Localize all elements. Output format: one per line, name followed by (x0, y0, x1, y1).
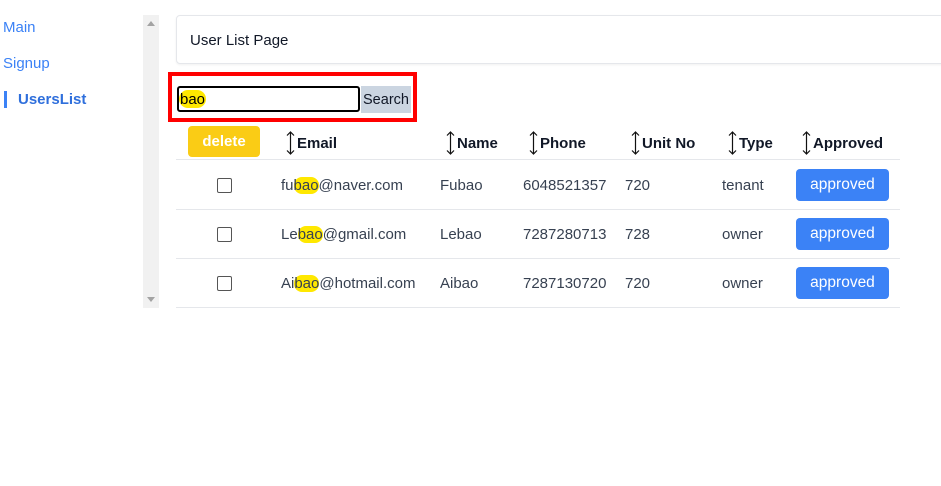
email-cell: Aibao@hotmail.com (281, 275, 415, 292)
phone-cell: 7287280713 (523, 226, 607, 243)
scroll-down-icon[interactable] (147, 297, 155, 302)
column-header-label: Name (457, 134, 498, 152)
phone-cell: 6048521357 (523, 177, 607, 194)
column-header-unit-no[interactable]: Unit No (631, 130, 695, 156)
column-header-label: Approved (813, 134, 884, 152)
table-divider (176, 258, 900, 259)
phone-cell: 7287130720 (523, 275, 607, 292)
email-text: fu (281, 177, 294, 194)
row-checkbox[interactable] (217, 276, 232, 291)
sort-icon (631, 131, 640, 155)
email-match-highlight: bao (294, 275, 320, 292)
annotation-box (168, 72, 417, 122)
column-header-approved[interactable]: Approved (802, 130, 883, 156)
approved-button[interactable]: approved (796, 218, 889, 250)
vertical-scrollbar[interactable] (143, 15, 159, 308)
column-header-type[interactable]: Type (728, 130, 773, 156)
email-text: Ai (281, 275, 295, 292)
unit-cell: 728 (625, 226, 651, 243)
email-cell: Lebao@gmail.com (281, 226, 406, 243)
sort-icon (446, 131, 455, 155)
scroll-up-icon[interactable] (147, 21, 155, 26)
email-text: @naver.com (318, 177, 403, 194)
approved-button[interactable]: approved (796, 267, 889, 299)
column-header-email[interactable]: Email (286, 130, 337, 156)
nav-item-main[interactable]: Main (3, 19, 36, 36)
type-cell: tenant (722, 177, 764, 194)
column-header-label: Phone (540, 134, 586, 152)
email-match-highlight: bao (297, 226, 323, 243)
page-header-card: User List Page (176, 15, 941, 64)
approved-button[interactable]: approved (796, 169, 889, 201)
unit-cell: 720 (625, 275, 651, 292)
nav-item-signup[interactable]: Signup (3, 55, 50, 72)
email-text: @hotmail.com (319, 275, 416, 292)
sort-icon (529, 131, 538, 155)
table-divider (176, 307, 900, 308)
email-text: @gmail.com (322, 226, 407, 243)
name-cell: Lebao (440, 226, 482, 243)
name-cell: Aibao (440, 275, 479, 292)
delete-button[interactable]: delete (188, 126, 260, 157)
column-header-label: Email (297, 134, 338, 152)
email-match-highlight: bao (293, 177, 319, 194)
column-header-label: Type (739, 134, 773, 152)
email-cell: fubao@naver.com (281, 177, 403, 194)
email-text: Le (281, 226, 298, 243)
sort-icon (728, 131, 737, 155)
name-cell: Fubao (440, 177, 483, 194)
table-divider (176, 209, 900, 210)
column-header-label: Unit No (642, 134, 696, 152)
table-divider (176, 159, 900, 160)
row-checkbox[interactable] (217, 178, 232, 193)
sort-icon (286, 131, 295, 155)
page-title: User List Page (190, 32, 289, 49)
column-header-name[interactable]: Name (446, 130, 498, 156)
column-header-phone[interactable]: Phone (529, 130, 586, 156)
nav-item-userslist[interactable]: UsersList (4, 91, 86, 108)
sort-icon (802, 131, 811, 155)
type-cell: owner (722, 226, 763, 243)
row-checkbox[interactable] (217, 227, 232, 242)
type-cell: owner (722, 275, 763, 292)
unit-cell: 720 (625, 177, 651, 194)
